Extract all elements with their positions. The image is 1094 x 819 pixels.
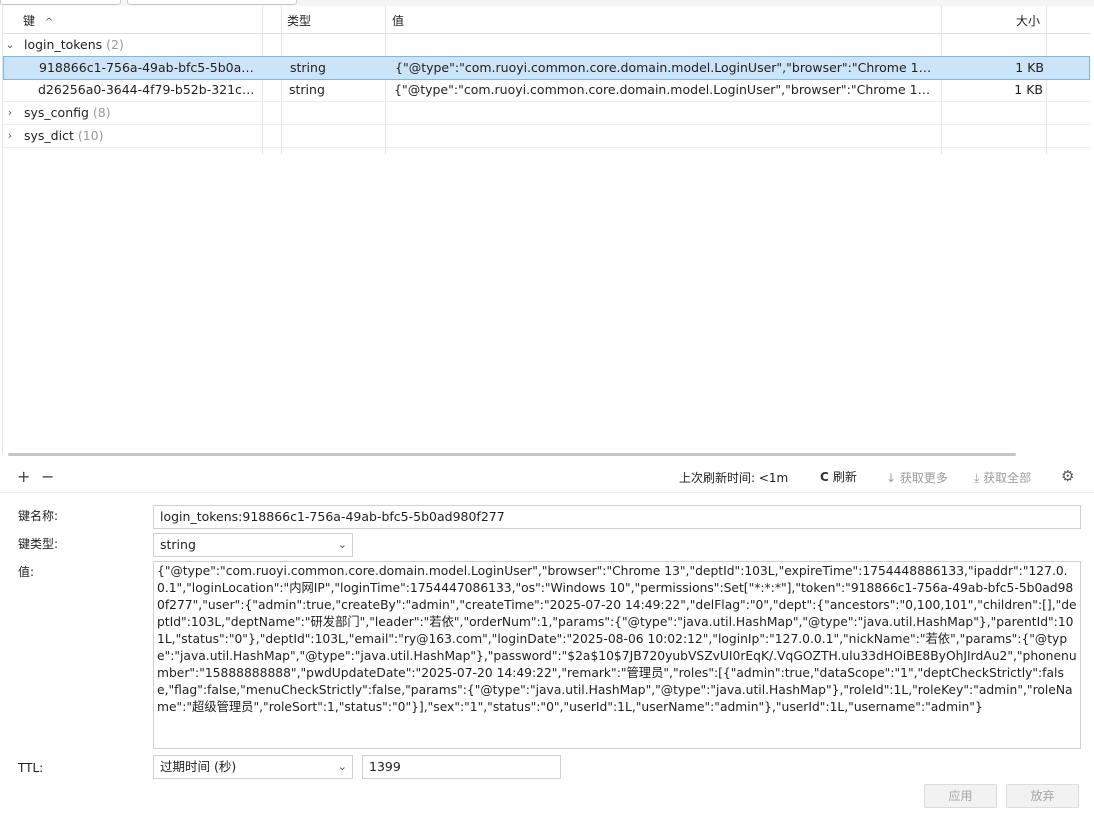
group-row-login-tokens[interactable]: ⌄ login_tokens (2)	[3, 34, 1090, 57]
chevron-down-icon[interactable]: ⌄	[3, 34, 17, 56]
sort-ascending-icon: ^	[44, 17, 54, 28]
arrow-down-icon: ↓	[886, 471, 897, 485]
group-count: (10)	[77, 128, 104, 143]
group-row-sys-dict[interactable]: › sys_dict (10)	[3, 125, 1090, 148]
row-key: d26256a0-3644-4f79-b52b-321c3d0...	[38, 82, 260, 97]
key-type-label: 键类型:	[18, 537, 59, 551]
key-table: 键 ^ 类型 值 大小 ⌄ login_tokens (2) 918866c1-…	[2, 6, 1090, 454]
row-key: 918866c1-756a-49ab-bfc5-5b0ad98...	[39, 60, 261, 75]
download-icon: ⤓	[974, 471, 980, 485]
add-key-button[interactable]: +	[17, 468, 30, 486]
key-type-select[interactable]: string ⌄	[153, 533, 353, 557]
top-search-field[interactable]	[127, 0, 297, 5]
remove-key-button[interactable]: −	[41, 468, 54, 486]
row-value: {"@type":"com.ruoyi.common.core.domain.m…	[394, 82, 937, 97]
group-name: login_tokens	[24, 37, 103, 52]
column-value-header[interactable]: 值	[392, 10, 404, 34]
refresh-icon: C	[820, 470, 829, 484]
group-name: sys_config	[24, 105, 89, 120]
table-toolbar: + − 上次刷新时间: <1m C 刷新 ↓ 获取更多 ⤓ 获取全部 ⚙	[0, 460, 1094, 494]
ttl-unit-value: 过期时间 (秒)	[160, 759, 237, 774]
gear-icon[interactable]: ⚙	[1061, 467, 1074, 485]
group-label: sys_dict (10)	[24, 125, 104, 147]
group-name: sys_dict	[24, 128, 74, 143]
refresh-label: 刷新	[832, 470, 857, 484]
group-count: (2)	[106, 37, 124, 52]
key-name-field[interactable]: login_tokens:918866c1-756a-49ab-bfc5-5b0…	[153, 505, 1081, 529]
column-type-header[interactable]: 类型	[287, 10, 311, 34]
apply-button[interactable]: 应用	[924, 784, 997, 808]
chevron-right-icon[interactable]: ›	[3, 102, 17, 124]
column-key-label: 键	[23, 14, 36, 28]
row-size: 1 KB	[1014, 82, 1043, 97]
chevron-down-icon: ⌄	[337, 538, 347, 551]
load-more-label: 获取更多	[899, 471, 948, 485]
table-row[interactable]: 918866c1-756a-49ab-bfc5-5b0ad98... strin…	[3, 56, 1090, 80]
row-type: string	[289, 82, 325, 97]
group-row-sys-config[interactable]: › sys_config (8)	[3, 102, 1090, 125]
ttl-value-field[interactable]: 1399	[362, 755, 561, 779]
group-count: (8)	[92, 105, 111, 120]
group-label: sys_config (8)	[24, 102, 111, 124]
ttl-unit-select[interactable]: 过期时间 (秒) ⌄	[153, 755, 353, 779]
divider	[0, 492, 1094, 493]
column-size-header[interactable]: 大小	[1016, 10, 1040, 34]
table-row[interactable]: d26256a0-3644-4f79-b52b-321c3d0... strin…	[3, 79, 1090, 102]
table-header: 键 ^ 类型 值 大小	[3, 10, 1090, 34]
top-filter-field[interactable]	[0, 0, 121, 5]
column-key-header[interactable]: 键 ^	[23, 10, 53, 34]
value-label: 值:	[18, 565, 35, 579]
last-refresh-label: 上次刷新时间: <1m	[679, 471, 789, 485]
horizontal-scrollbar[interactable]	[8, 453, 1016, 456]
row-size: 1 KB	[1015, 60, 1044, 75]
load-more-button[interactable]: ↓ 获取更多	[886, 469, 948, 486]
key-type-value: string	[160, 537, 196, 552]
ttl-label: TTL:	[18, 761, 44, 775]
row-type: string	[290, 60, 326, 75]
row-value: {"@type":"com.ruoyi.common.core.domain.m…	[395, 60, 938, 75]
key-name-label: 键名称:	[18, 509, 59, 523]
discard-button[interactable]: 放弃	[1006, 784, 1079, 808]
value-editor[interactable]: {"@type":"com.ruoyi.common.core.domain.m…	[153, 561, 1081, 749]
chevron-right-icon[interactable]: ›	[3, 125, 17, 147]
load-all-label: 获取全部	[983, 471, 1032, 485]
group-label: login_tokens (2)	[24, 34, 124, 56]
load-all-button[interactable]: ⤓ 获取全部	[974, 469, 1031, 486]
refresh-button[interactable]: C 刷新	[820, 468, 857, 485]
chevron-down-icon: ⌄	[337, 760, 347, 773]
